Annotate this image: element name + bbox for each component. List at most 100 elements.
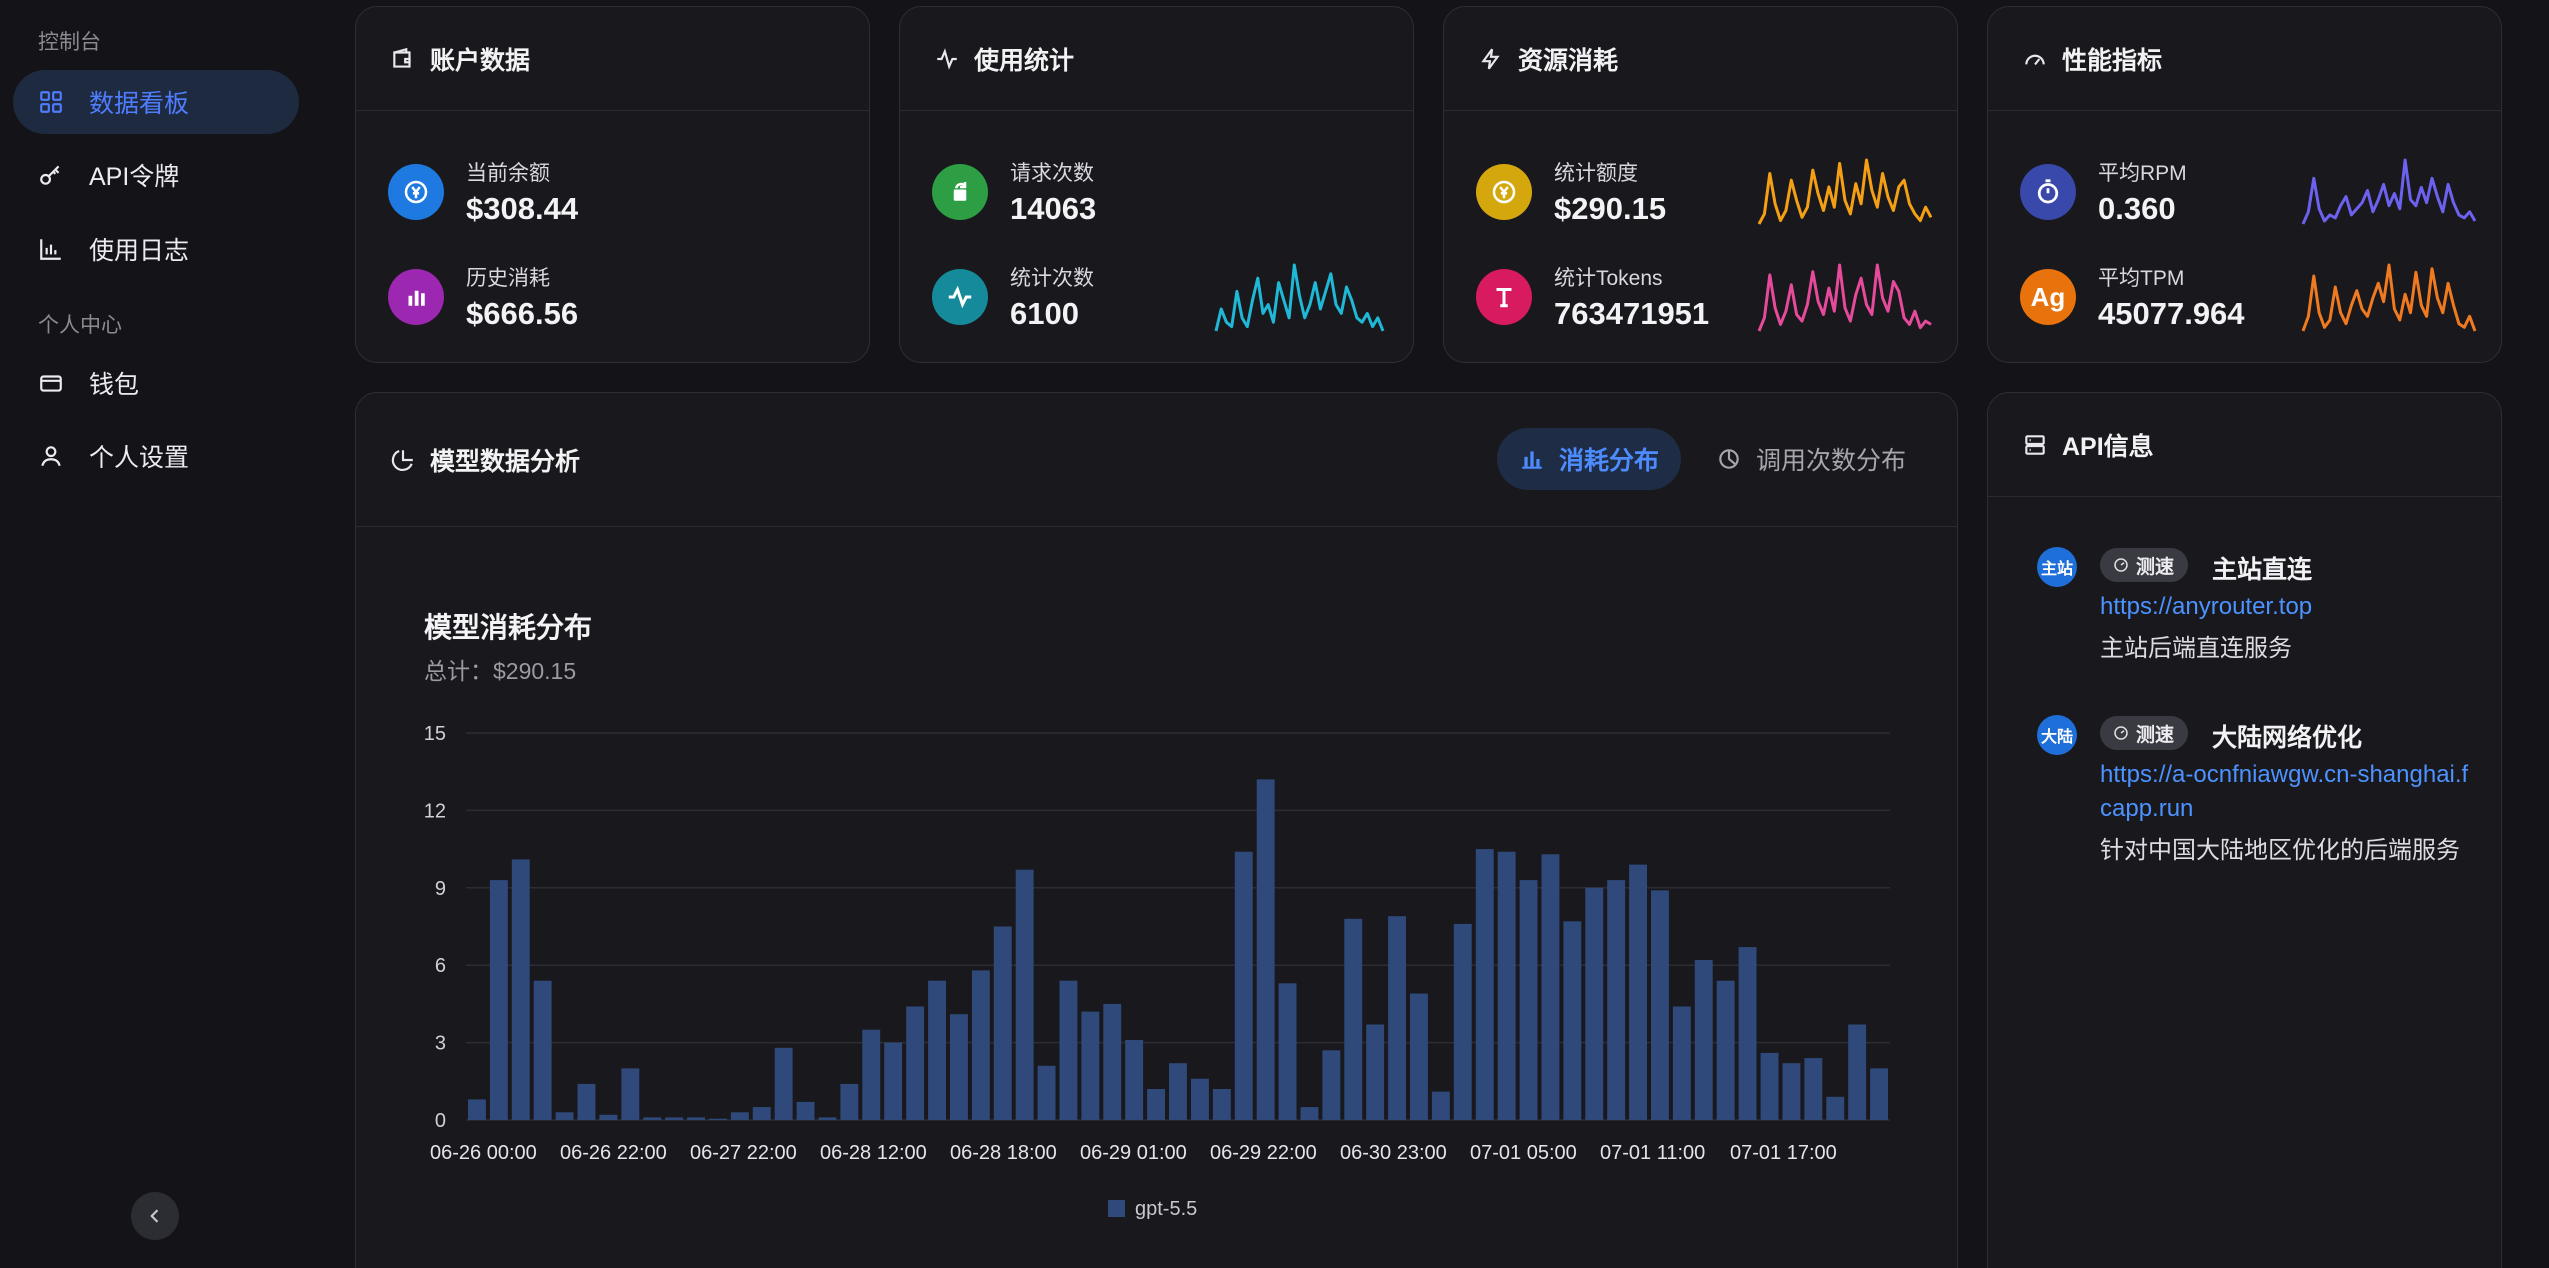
bar[interactable] [1410,993,1428,1120]
speed-test-button[interactable]: 测速 [2100,548,2189,582]
bar[interactable] [1081,1011,1100,1120]
bar[interactable] [1716,980,1735,1120]
bar[interactable] [1212,1089,1231,1120]
bar[interactable] [1103,1003,1122,1120]
api-name: 主站直连 [2212,556,2313,584]
bar[interactable] [1169,1063,1187,1120]
bar[interactable] [1651,890,1669,1120]
bar[interactable] [1037,1065,1056,1120]
stat-rpm: 平均RPM 0.360 [2020,157,2187,227]
api-description: 主站后端直连服务 [2100,635,2292,662]
bar[interactable] [862,1029,881,1120]
bar[interactable] [1585,887,1604,1120]
bar[interactable] [1563,921,1582,1120]
bar[interactable] [1607,880,1626,1120]
bar[interactable] [971,970,990,1120]
bar[interactable] [993,926,1012,1121]
bar[interactable] [1431,1091,1450,1120]
bar[interactable] [1453,923,1472,1120]
stat-label: 平均RPM [2098,162,2187,185]
bar[interactable] [906,1006,925,1121]
bar[interactable] [1497,851,1516,1120]
tab-consume-distribution[interactable]: 消耗分布 [1497,428,1682,490]
user-icon [37,442,65,470]
bar[interactable] [928,980,946,1120]
bar[interactable] [1256,779,1275,1120]
card-header: 性能指标 [1988,7,2501,111]
bar[interactable] [533,980,552,1120]
usage-card: 使用统计 请求次数 14063 统计次数 6100 [899,6,1414,363]
stat-value: 14063 [1010,191,1097,226]
bar[interactable] [621,1068,640,1120]
legend-label[interactable]: gpt-5.5 [1135,1198,1197,1220]
bar[interactable] [1344,918,1363,1120]
sidebar-item-api-token[interactable]: API令牌 [13,143,299,207]
bar[interactable] [665,1117,684,1120]
bar[interactable] [774,1047,793,1120]
stat-requests: 请求次数 14063 [932,157,1096,227]
bar[interactable] [1234,851,1253,1120]
bar[interactable] [511,859,530,1120]
consumption-bar-chart: 0 3 6 9 12 15 06-26 00:00 06-26 22:00 06-27 22:0… [424,723,1890,1220]
bar[interactable] [1826,1096,1845,1120]
bar[interactable] [1015,869,1034,1120]
lightning-icon [1481,48,1500,69]
sidebar-section-personal: 个人中心 [38,314,122,337]
bar[interactable] [468,1099,486,1120]
pie-chart-icon [391,449,413,471]
bar[interactable] [577,1083,596,1120]
bar[interactable] [730,1112,749,1120]
bar[interactable] [1629,864,1647,1120]
api-url-link[interactable]: https://anyrouter.top [2100,590,2470,624]
bar[interactable] [1870,1068,1888,1120]
bar[interactable] [643,1117,662,1120]
bar[interactable] [1694,960,1713,1120]
card-title: API信息 [2062,432,2154,461]
server-icon [2025,434,2045,455]
bar[interactable] [1738,947,1757,1120]
bar[interactable] [1147,1089,1165,1120]
sidebar-item-label: API令牌 [89,163,180,191]
bar-chart-icon [1522,451,1542,469]
bar[interactable] [599,1114,618,1120]
bar[interactable] [1760,1052,1779,1120]
bar[interactable] [1804,1058,1823,1120]
bar[interactable] [1366,1024,1385,1121]
bar[interactable] [1672,1006,1691,1121]
bar[interactable] [796,1101,815,1120]
sidebar-item-wallet[interactable]: 钱包 [13,351,299,415]
bar[interactable] [1300,1107,1319,1120]
pie-chart-icon [1719,449,1739,469]
bar[interactable] [752,1107,771,1120]
api-url-link[interactable]: https://a-ocnfniawgw.cn-shanghai.fcapp.r… [2100,758,2470,826]
bar[interactable] [709,1118,727,1120]
bar[interactable] [1782,1063,1801,1120]
bar[interactable] [1541,854,1560,1120]
bar[interactable] [884,1042,903,1120]
bar[interactable] [1519,880,1538,1120]
bar[interactable] [818,1117,837,1120]
speed-test-label: 测速 [2136,556,2175,578]
bar[interactable] [1388,916,1406,1120]
bar[interactable] [1125,1040,1144,1120]
bar[interactable] [1848,1024,1867,1121]
bar[interactable] [555,1112,574,1120]
bar[interactable] [840,1083,859,1120]
bar[interactable] [1475,849,1494,1120]
bar[interactable] [489,880,508,1120]
collapse-sidebar-button[interactable] [131,1192,179,1240]
speed-test-button[interactable]: 测速 [2100,716,2189,750]
sidebar-item-usage-log[interactable]: 使用日志 [13,217,299,281]
x-tick-label: 07-01 11:00 [1600,1142,1705,1164]
sidebar-item-dashboard[interactable]: 数据看板 [13,70,299,134]
api-name: 大陆网络优化 [2212,724,2363,752]
bar[interactable] [1278,983,1297,1120]
bar[interactable] [950,1014,968,1120]
x-tick-label: 06-26 00:00 [430,1142,537,1164]
tab-call-distribution[interactable]: 调用次数分布 [1694,428,1928,490]
bar[interactable] [1191,1078,1209,1120]
bar[interactable] [1059,980,1078,1120]
sidebar-item-settings[interactable]: 个人设置 [13,424,299,488]
bar[interactable] [687,1117,705,1120]
bar[interactable] [1322,1050,1341,1120]
